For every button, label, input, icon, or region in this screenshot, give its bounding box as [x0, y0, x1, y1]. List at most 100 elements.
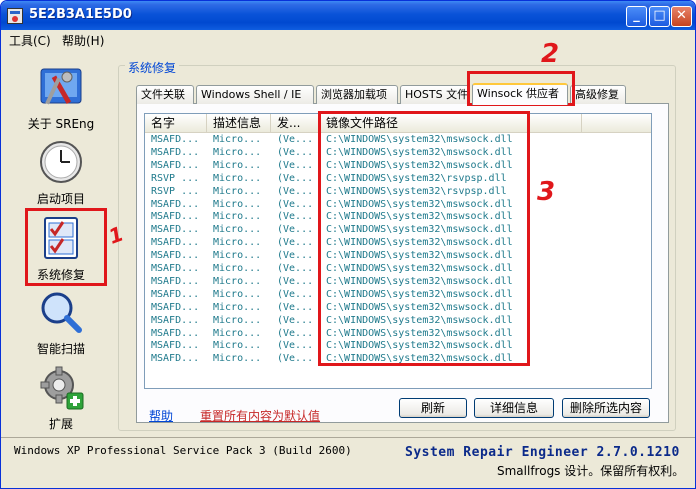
sidebar-item-about[interactable]: 关于 SREng — [16, 63, 106, 132]
cell-publisher: (Ve... — [277, 146, 314, 158]
cell-name: MSAFD... — [151, 314, 200, 326]
cell-name: MSAFD... — [151, 353, 200, 365]
cell-publisher: (Ve... — [277, 301, 314, 313]
cell-description: Micro... — [213, 250, 262, 262]
cell-name: MSAFD... — [151, 237, 200, 249]
cell-name: MSAFD... — [151, 146, 200, 158]
menu-help[interactable]: 帮助(H) — [62, 32, 104, 49]
tab-advanced-repair[interactable]: 高级修复 — [570, 85, 626, 104]
tab-browser-addons[interactable]: 浏览器加载项 — [316, 85, 398, 104]
cell-publisher: (Ve... — [277, 340, 314, 352]
cell-name: MSAFD... — [151, 134, 200, 145]
annotation-number-3: 3 — [537, 177, 556, 207]
cell-publisher: (Ve... — [277, 172, 314, 184]
cell-publisher: (Ve... — [277, 353, 314, 365]
details-button[interactable]: 详细信息 — [474, 398, 554, 418]
sidebar-item-label: 关于 SREng — [27, 117, 95, 131]
sidebar-item-extend[interactable]: 扩展 — [16, 363, 106, 432]
cell-publisher: (Ve... — [277, 275, 314, 287]
column-header-name[interactable]: 名字 — [145, 114, 207, 133]
cell-name: RSVP ... — [151, 172, 200, 184]
status-bar: Windows XP Professional Service Pack 3 (… — [1, 437, 695, 488]
app-window: 5E2B3A1E5D0 _ □ ✕ 工具(C) 帮助(H) 关于 SREng 启… — [0, 0, 696, 489]
sidebar-item-smart-scan[interactable]: 智能扫描 — [16, 288, 106, 357]
menu-tools[interactable]: 工具(C) — [9, 32, 51, 49]
copyright-text: Smallfrogs 设计。保留所有权利。 — [497, 464, 685, 478]
cell-name: MSAFD... — [151, 288, 200, 300]
sidebar: 关于 SREng 启动项目 系统修复 智能扫描 扩展 — [1, 50, 116, 435]
cell-name: MSAFD... — [151, 263, 200, 274]
cell-description: Micro... — [213, 211, 262, 223]
maximize-button[interactable]: □ — [649, 6, 670, 27]
delete-selected-button[interactable]: 删除所选内容 — [562, 398, 650, 418]
window-title: 5E2B3A1E5D0 — [29, 7, 132, 22]
cell-name: MSAFD... — [151, 159, 200, 171]
column-header-publisher[interactable]: 发... — [271, 114, 320, 133]
tools-icon — [37, 63, 85, 111]
tab-winsock-providers[interactable]: Winsock 供应者 — [472, 83, 568, 105]
cell-description: Micro... — [213, 172, 262, 184]
tab-hosts-file[interactable]: HOSTS 文件 — [400, 85, 470, 104]
cell-publisher: (Ve... — [277, 237, 314, 249]
cell-description: Micro... — [213, 198, 262, 210]
os-version-text: Windows XP Professional Service Pack 3 (… — [14, 444, 352, 457]
cell-publisher: (Ve... — [277, 288, 314, 300]
cell-description: Micro... — [213, 237, 262, 249]
cell-name: MSAFD... — [151, 340, 200, 352]
cell-description: Micro... — [213, 134, 262, 145]
cell-name: MSAFD... — [151, 250, 200, 262]
magnifier-icon — [37, 288, 85, 336]
app-icon[interactable] — [7, 8, 23, 24]
sidebar-item-label: 扩展 — [48, 417, 73, 431]
cell-publisher: (Ve... — [277, 250, 314, 262]
cell-description: Micro... — [213, 327, 262, 339]
cell-publisher: (Ve... — [277, 211, 314, 223]
close-button[interactable]: ✕ — [671, 6, 692, 27]
reset-defaults-link[interactable]: 重置所有内容为默认值 — [200, 407, 320, 424]
cell-publisher: (Ve... — [277, 185, 314, 197]
cell-name: MSAFD... — [151, 275, 200, 287]
gear-plus-icon — [37, 363, 85, 411]
cell-description: Micro... — [213, 146, 262, 158]
app-version-text: System Repair Engineer 2.7.0.1210 — [405, 445, 680, 460]
minimize-button[interactable]: _ — [626, 6, 647, 27]
cell-name: RSVP ... — [151, 185, 200, 197]
cell-description: Micro... — [213, 314, 262, 326]
cell-publisher: (Ve... — [277, 198, 314, 210]
cell-publisher: (Ve... — [277, 159, 314, 171]
cell-name: MSAFD... — [151, 211, 200, 223]
cell-description: Micro... — [213, 224, 262, 236]
cell-description: Micro... — [213, 340, 262, 352]
annotation-box-1 — [25, 208, 107, 286]
cell-name: MSAFD... — [151, 301, 200, 313]
title-bar[interactable]: 5E2B3A1E5D0 _ □ ✕ — [1, 1, 695, 30]
column-header-description[interactable]: 描述信息 — [207, 114, 271, 133]
menu-bar: 工具(C) 帮助(H) — [1, 30, 695, 50]
tab-windows-shell-ie[interactable]: Windows Shell / IE — [196, 85, 314, 104]
sidebar-item-startup[interactable]: 启动项目 — [16, 138, 106, 207]
tab-file-association[interactable]: 文件关联 — [136, 85, 194, 104]
cell-publisher: (Ve... — [277, 314, 314, 326]
cell-publisher: (Ve... — [277, 263, 314, 274]
cell-description: Micro... — [213, 353, 262, 365]
clock-icon — [37, 138, 85, 186]
cell-description: Micro... — [213, 275, 262, 287]
cell-description: Micro... — [213, 301, 262, 313]
sidebar-item-label: 启动项目 — [36, 192, 85, 206]
help-link[interactable]: 帮助 — [149, 407, 173, 424]
cell-description: Micro... — [213, 263, 262, 274]
cell-description: Micro... — [213, 185, 262, 197]
cell-name: MSAFD... — [151, 224, 200, 236]
cell-name: MSAFD... — [151, 327, 200, 339]
cell-publisher: (Ve... — [277, 224, 314, 236]
annotation-number-2: 2 — [541, 39, 560, 69]
cell-description: Micro... — [213, 288, 262, 300]
cell-publisher: (Ve... — [277, 327, 314, 339]
cell-name: MSAFD... — [151, 198, 200, 210]
group-title: 系统修复 — [125, 59, 180, 76]
sidebar-item-label: 智能扫描 — [36, 342, 85, 356]
cell-description: Micro... — [213, 159, 262, 171]
cell-publisher: (Ve... — [277, 134, 314, 145]
annotation-box-3 — [318, 111, 530, 366]
refresh-button[interactable]: 刷新 — [399, 398, 467, 418]
